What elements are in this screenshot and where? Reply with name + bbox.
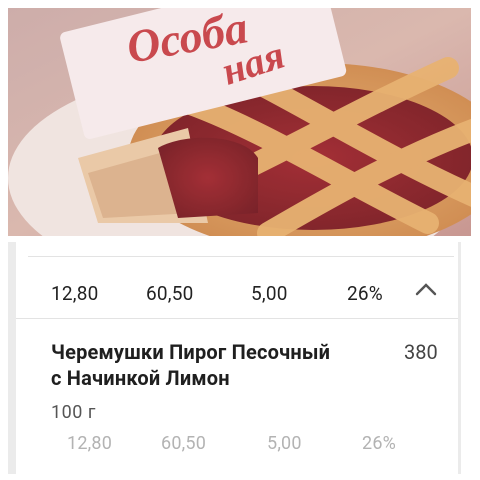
summary-carbs: 60,50 xyxy=(146,282,194,305)
summary-fat: 5,00 xyxy=(251,282,288,305)
product-serving: 100 г xyxy=(51,402,96,423)
product-fat: 5,00 xyxy=(267,433,302,454)
screen: Особа ная 12,80 60,50 5,00 26% Черемушки… xyxy=(0,0,480,480)
product-carbs: 60,50 xyxy=(161,433,207,454)
product-protein: 12,80 xyxy=(67,433,113,454)
summary-protein: 12,80 xyxy=(51,282,99,305)
product-title-line1: Черемушки Пирог Песочный xyxy=(51,340,331,364)
section-divider xyxy=(16,318,458,319)
product-percent: 26% xyxy=(362,433,397,454)
chevron-up-icon[interactable] xyxy=(414,280,438,298)
top-divider xyxy=(28,256,454,257)
product-card: 12,80 60,50 5,00 26% Черемушки Пирог Пес… xyxy=(8,242,471,474)
product-title-line2: с Начинкой Лимон xyxy=(51,366,230,390)
product-title: Черемушки Пирог Песочный с Начинкой Лимо… xyxy=(51,339,391,391)
summary-percent: 26% xyxy=(347,282,383,305)
product-photo: Особа ная xyxy=(8,8,471,236)
card-content: 12,80 60,50 5,00 26% Черемушки Пирог Пес… xyxy=(16,242,458,474)
product-calories: 380 xyxy=(404,340,438,364)
